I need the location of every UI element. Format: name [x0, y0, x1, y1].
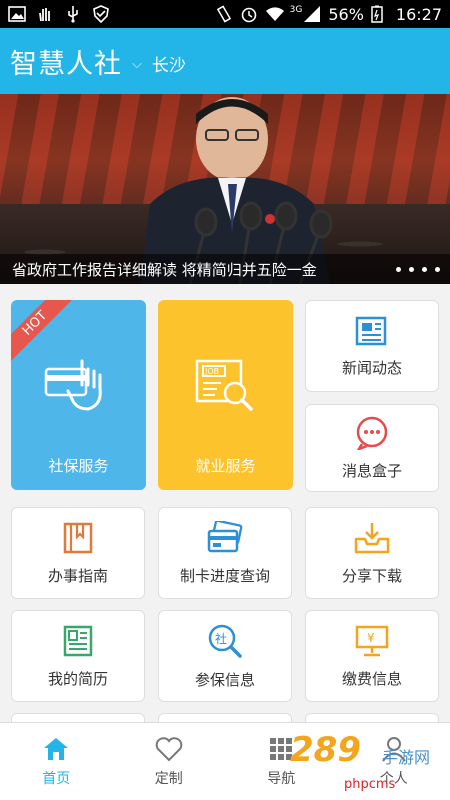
tile-label: 就业服务 — [195, 457, 256, 475]
grid-icon — [270, 738, 293, 760]
battery-icon — [371, 5, 389, 23]
download-tray-icon — [354, 522, 390, 553]
app-screen: 3G 56% 16:27 智慧人社 ⌵ 长沙 省政府工作报告详细解读 将精简归并… — [0, 0, 450, 800]
newspaper-icon — [355, 316, 387, 345]
tile-card-progress[interactable]: 制卡进度查询 — [158, 507, 292, 599]
chat-bubble-icon — [356, 416, 388, 450]
tile-label: 缴费信息 — [341, 669, 402, 688]
nav-label: 个人 — [379, 771, 408, 787]
clock: 16:27 — [395, 4, 442, 24]
tile-resume[interactable]: 我的简历 — [11, 610, 145, 702]
nav-label: 定制 — [154, 771, 183, 787]
svg-text:JOB: JOB — [204, 367, 219, 376]
chevron-down-icon[interactable]: ⌵ — [132, 57, 142, 72]
tile-label: 分享下载 — [341, 566, 402, 585]
news-banner[interactable]: 省政府工作报告详细解读 将精简归并五险一金 — [0, 94, 450, 284]
nav-label: 导航 — [267, 771, 296, 787]
home-icon — [44, 738, 69, 760]
hand-icon — [36, 5, 54, 23]
tile-label: 我的简历 — [47, 669, 108, 688]
usb-icon — [64, 5, 82, 23]
battery-level: 56% — [328, 4, 364, 24]
carousel-dot[interactable] — [435, 266, 440, 272]
carousel-dot[interactable] — [409, 266, 414, 272]
signal-icon — [303, 5, 321, 23]
heart-icon — [155, 737, 183, 762]
svg-text:社: 社 — [215, 631, 227, 646]
hot-ribbon: HOT — [11, 300, 81, 370]
tile-guide[interactable]: 办事指南 — [11, 507, 145, 599]
city-selector[interactable]: 长沙 — [152, 51, 186, 76]
tile-label: 消息盒子 — [341, 461, 402, 480]
tile-messages[interactable]: 消息盒子 — [305, 404, 439, 492]
insurance-search-icon: 社 — [208, 624, 242, 658]
nav-label: 首页 — [42, 771, 71, 787]
cards-icon — [207, 520, 243, 552]
tile-payment-info[interactable]: ¥ 缴费信息 — [305, 610, 439, 702]
tile-label: 制卡进度查询 — [179, 566, 270, 585]
book-icon — [63, 522, 93, 553]
tile-label: 社保服务 — [48, 457, 109, 475]
carousel-dot[interactable] — [422, 266, 427, 272]
carousel-indicators[interactable] — [396, 266, 440, 272]
app-header: 智慧人社 ⌵ 长沙 — [0, 28, 450, 94]
network-type: 3G — [289, 5, 303, 15]
nav-navigate[interactable]: 导航 — [225, 723, 338, 800]
payment-monitor-icon: ¥ — [355, 625, 389, 656]
svg-text:¥: ¥ — [367, 631, 375, 645]
shield-icon — [92, 5, 110, 24]
tile-label: 新闻动态 — [341, 358, 402, 377]
tile-social-insurance[interactable]: HOT 社保服务 — [11, 300, 146, 490]
banner-caption: 省政府工作报告详细解读 将精简归并五险一金 — [0, 254, 450, 284]
hot-badge: HOT — [11, 300, 78, 366]
wifi-icon — [265, 5, 284, 23]
alarm-icon — [240, 5, 258, 23]
banner-caption-text: 省政府工作报告详细解读 将精简归并五险一金 — [12, 260, 317, 279]
status-bar: 3G 56% 16:27 — [0, 0, 450, 28]
nav-custom[interactable]: 定制 — [113, 723, 226, 800]
vibrate-icon — [215, 5, 233, 23]
tile-insurance-info[interactable]: 社 参保信息 — [158, 610, 292, 702]
image-icon — [8, 5, 26, 23]
tile-share-download[interactable]: 分享下载 — [305, 507, 439, 599]
user-icon — [381, 737, 406, 762]
tile-employment[interactable]: JOB 就业服务 — [158, 300, 293, 490]
job-search-icon: JOB — [195, 359, 253, 411]
carousel-dot[interactable] — [396, 266, 401, 272]
bottom-nav: 首页 定制 导航 个人 — [0, 722, 450, 800]
tile-news[interactable]: 新闻动态 — [305, 300, 439, 392]
tile-label: 参保信息 — [194, 670, 255, 689]
tile-label: 办事指南 — [47, 566, 108, 585]
app-title: 智慧人社 — [10, 48, 122, 80]
nav-home[interactable]: 首页 — [0, 723, 113, 800]
resume-icon — [63, 625, 93, 656]
nav-personal[interactable]: 个人 — [338, 723, 450, 800]
